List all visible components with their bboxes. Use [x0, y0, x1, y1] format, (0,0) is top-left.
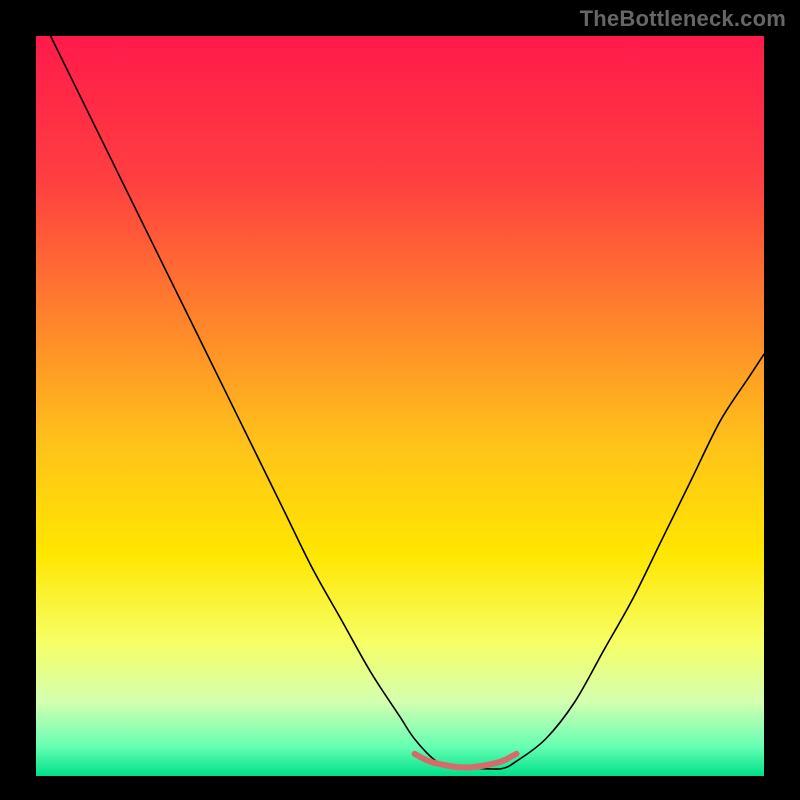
chart-svg — [0, 0, 800, 800]
chart-frame: TheBottleneck.com — [0, 0, 800, 800]
plot-background — [36, 36, 764, 776]
